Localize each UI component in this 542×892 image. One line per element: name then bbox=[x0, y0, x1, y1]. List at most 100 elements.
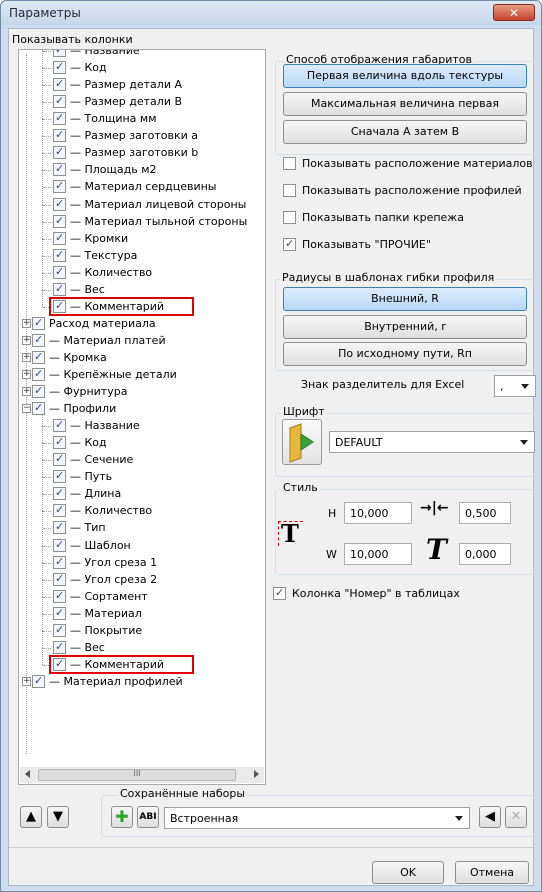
scroll-right-arrow-icon[interactable] bbox=[254, 770, 259, 778]
tree-checkbox[interactable] bbox=[53, 145, 66, 160]
tree-checkbox[interactable] bbox=[53, 265, 66, 279]
tree-checkbox[interactable] bbox=[53, 520, 66, 535]
chevron-down-icon[interactable] bbox=[520, 440, 528, 445]
tree-item[interactable]: — Размер детали B bbox=[19, 85, 265, 111]
tree-checkbox[interactable] bbox=[53, 555, 66, 569]
tree-item[interactable]: — Толщина мм bbox=[19, 102, 265, 128]
chevron-down-icon[interactable] bbox=[521, 384, 529, 389]
tree-item[interactable]: — Сортамент bbox=[19, 579, 265, 606]
tree-checkbox[interactable] bbox=[53, 94, 66, 109]
tree-checkbox[interactable] bbox=[53, 214, 66, 228]
tree-item[interactable]: — Материал сердцевины bbox=[19, 170, 265, 196]
chevron-down-icon[interactable] bbox=[455, 816, 463, 821]
tree-checkbox[interactable] bbox=[53, 469, 66, 484]
radius-outer-button[interactable]: Внешний, R bbox=[283, 287, 527, 311]
tree-item[interactable]: — Вес bbox=[19, 272, 265, 299]
tree-item[interactable]: — Код bbox=[19, 426, 265, 452]
rename-set-button[interactable]: ABI bbox=[137, 806, 159, 828]
tree-checkbox[interactable] bbox=[53, 486, 66, 501]
tree-item[interactable]: — Площадь м2 bbox=[19, 153, 265, 179]
tree-item[interactable]: + — Кромка bbox=[19, 350, 265, 367]
tree-checkbox[interactable] bbox=[53, 572, 66, 586]
tree-checkbox[interactable] bbox=[53, 60, 66, 75]
tree-item[interactable]: — Вес bbox=[19, 630, 265, 657]
tree-checkbox[interactable] bbox=[53, 197, 66, 211]
tree-checkbox[interactable] bbox=[32, 333, 45, 347]
tree-item[interactable]: — Количество bbox=[19, 494, 265, 520]
tree-checkbox[interactable] bbox=[53, 77, 66, 92]
cancel-button[interactable]: Отмена bbox=[455, 861, 529, 884]
tree-checkbox[interactable] bbox=[53, 435, 66, 450]
tree-checkbox[interactable] bbox=[53, 282, 66, 296]
tree-checkbox[interactable] bbox=[53, 503, 66, 518]
tree-item[interactable]: — Путь bbox=[19, 460, 265, 486]
tree-item[interactable]: — Комментарий bbox=[19, 647, 265, 674]
collapse-icon[interactable]: − bbox=[22, 404, 31, 414]
radius-source-path-button[interactable]: По исходному пути, Rп bbox=[283, 342, 527, 366]
tree-checkbox[interactable] bbox=[53, 606, 66, 620]
move-up-button[interactable]: ▲ bbox=[20, 806, 42, 828]
char-spacing-input[interactable]: 0,500 bbox=[459, 502, 511, 524]
expand-icon[interactable]: + bbox=[22, 352, 31, 362]
expand-icon[interactable]: + bbox=[22, 387, 31, 397]
dim-a-then-b-button[interactable]: Сначала A затем B bbox=[283, 120, 527, 144]
tree-checkbox[interactable] bbox=[53, 623, 66, 637]
tree-checkbox[interactable] bbox=[53, 128, 66, 143]
tree-item[interactable]: − — Профили bbox=[19, 401, 265, 418]
radius-inner-button[interactable]: Внутренний, r bbox=[283, 315, 527, 339]
tree-item[interactable]: + — Материал платей bbox=[19, 333, 265, 350]
dim-max-first-button[interactable]: Максимальная величина первая bbox=[283, 92, 527, 116]
tree-item[interactable]: + — Фурнитура bbox=[19, 384, 265, 401]
tree-item[interactable]: — Название bbox=[19, 409, 265, 435]
tree-checkbox[interactable] bbox=[53, 179, 66, 194]
tree-item[interactable]: — Количество bbox=[19, 255, 265, 282]
expand-icon[interactable]: + bbox=[22, 370, 31, 379]
close-button[interactable]: ✕ bbox=[493, 4, 535, 21]
tree-checkbox[interactable] bbox=[53, 418, 66, 433]
tree-checkbox[interactable] bbox=[32, 674, 45, 688]
tree-checkbox[interactable] bbox=[53, 640, 66, 654]
tree-checkbox[interactable] bbox=[53, 589, 66, 603]
tree-checkbox[interactable] bbox=[53, 538, 66, 552]
show-material-location-checkbox[interactable]: Показывать расположение материалов bbox=[283, 156, 533, 172]
tree-checkbox[interactable] bbox=[53, 452, 66, 467]
height-input[interactable]: 10,000 bbox=[344, 502, 412, 524]
checkbox-box[interactable] bbox=[283, 211, 296, 224]
tree-item[interactable]: — Код bbox=[19, 51, 265, 77]
slant-input[interactable]: 0,000 bbox=[459, 543, 511, 565]
tree-checkbox[interactable] bbox=[53, 248, 66, 262]
columns-tree[interactable]: +— Материал профилей— Комментарий— Вес— … bbox=[18, 49, 266, 785]
tree-item[interactable]: — Название bbox=[19, 50, 265, 60]
checkbox-box[interactable] bbox=[283, 184, 296, 197]
font-picker-button[interactable] bbox=[282, 419, 322, 465]
checkbox-box[interactable] bbox=[283, 157, 296, 170]
ok-button[interactable]: OK bbox=[372, 861, 444, 884]
tree-item[interactable]: — Угол среза 2 bbox=[19, 562, 265, 589]
excel-separator-select[interactable]: , bbox=[494, 375, 536, 397]
tree-item[interactable]: — Размер детали A bbox=[19, 68, 265, 94]
tree-checkbox[interactable] bbox=[53, 162, 66, 177]
show-other-checkbox[interactable]: Показывать "ПРОЧИЕ" bbox=[283, 237, 533, 253]
tree-item[interactable]: — Размер заготовки b bbox=[19, 136, 265, 162]
tree-checkbox[interactable] bbox=[53, 111, 66, 126]
tree-item[interactable]: — Материал тыльной стороны bbox=[19, 204, 265, 231]
tree-checkbox[interactable] bbox=[32, 384, 45, 399]
tree-item[interactable]: — Сечение bbox=[19, 443, 265, 469]
tree-item[interactable]: — Текстура bbox=[19, 238, 265, 265]
move-down-button[interactable]: ▼ bbox=[47, 806, 69, 828]
saved-set-select[interactable]: Встроенная bbox=[164, 807, 470, 829]
tree-item[interactable]: + Расход материала bbox=[19, 316, 265, 333]
tree-item[interactable]: — Длина bbox=[19, 477, 265, 503]
tree-item[interactable]: — Шаблон bbox=[19, 528, 265, 555]
show-fastener-folders-checkbox[interactable]: Показывать папки крепежа bbox=[283, 210, 533, 226]
add-set-button[interactable]: ✚ bbox=[111, 806, 133, 828]
tree-checkbox[interactable] bbox=[32, 401, 45, 416]
tree-item[interactable]: — Кромки bbox=[19, 221, 265, 248]
number-column-checkbox[interactable]: Колонка "Номер" в таблицах bbox=[273, 586, 533, 602]
tree-checkbox[interactable] bbox=[32, 316, 45, 330]
tree-item[interactable]: — Материал лицевой стороны bbox=[19, 187, 265, 214]
tree-checkbox[interactable] bbox=[53, 231, 66, 245]
tree-checkbox[interactable] bbox=[53, 50, 66, 58]
tree-item[interactable]: — Комментарий bbox=[19, 289, 265, 316]
tree-checkbox[interactable] bbox=[32, 367, 45, 381]
